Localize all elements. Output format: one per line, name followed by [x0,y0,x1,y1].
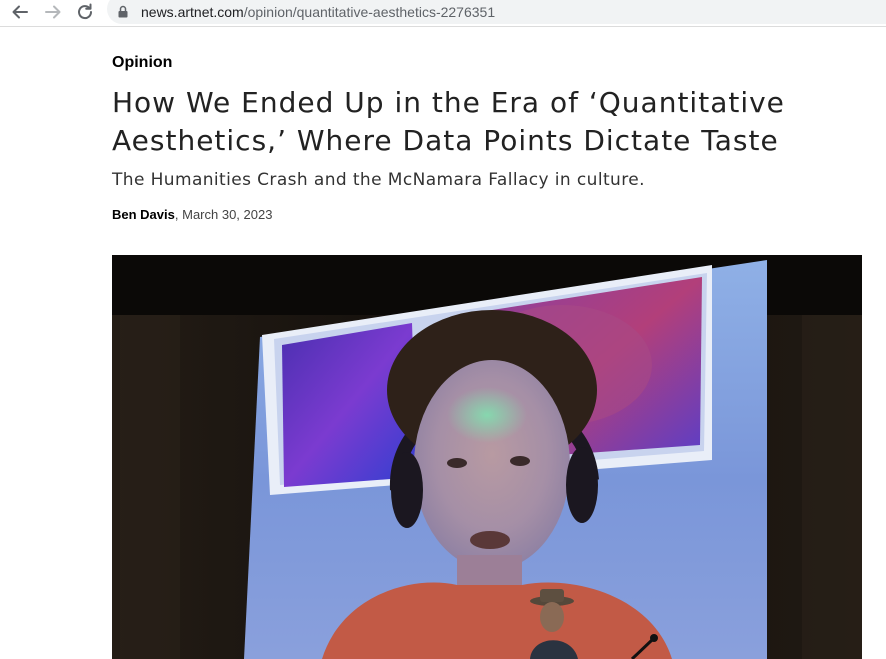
byline: Ben Davis, March 30, 2023 [112,207,272,222]
browser-toolbar: news.artnet.com/opinion/quantitative-aes… [0,0,886,27]
publish-date: March 30, 2023 [182,207,273,222]
article-hero-image [112,255,862,659]
reload-icon [78,3,93,20]
author-link[interactable]: Ben Davis [112,207,175,222]
section-link[interactable]: Opinion [112,54,172,72]
back-button[interactable] [9,1,31,23]
article-subheadline: The Humanities Crash and the McNamara Fa… [112,170,645,190]
back-arrow-icon [12,5,28,19]
forward-button[interactable] [42,1,64,23]
url-domain: news.artnet.com [141,4,244,20]
url-path: /opinion/quantitative-aesthetics-2276351 [243,4,496,20]
address-bar[interactable]: news.artnet.com/opinion/quantitative-aes… [107,0,886,24]
lock-icon [118,5,128,18]
url-text: news.artnet.com/opinion/quantitative-aes… [141,4,495,20]
forward-arrow-icon [45,5,61,19]
hero-photo-illustration [112,255,862,659]
article-headline: How We Ended Up in the Era of ‘Quantitat… [112,86,785,157]
reload-button[interactable] [74,1,96,23]
